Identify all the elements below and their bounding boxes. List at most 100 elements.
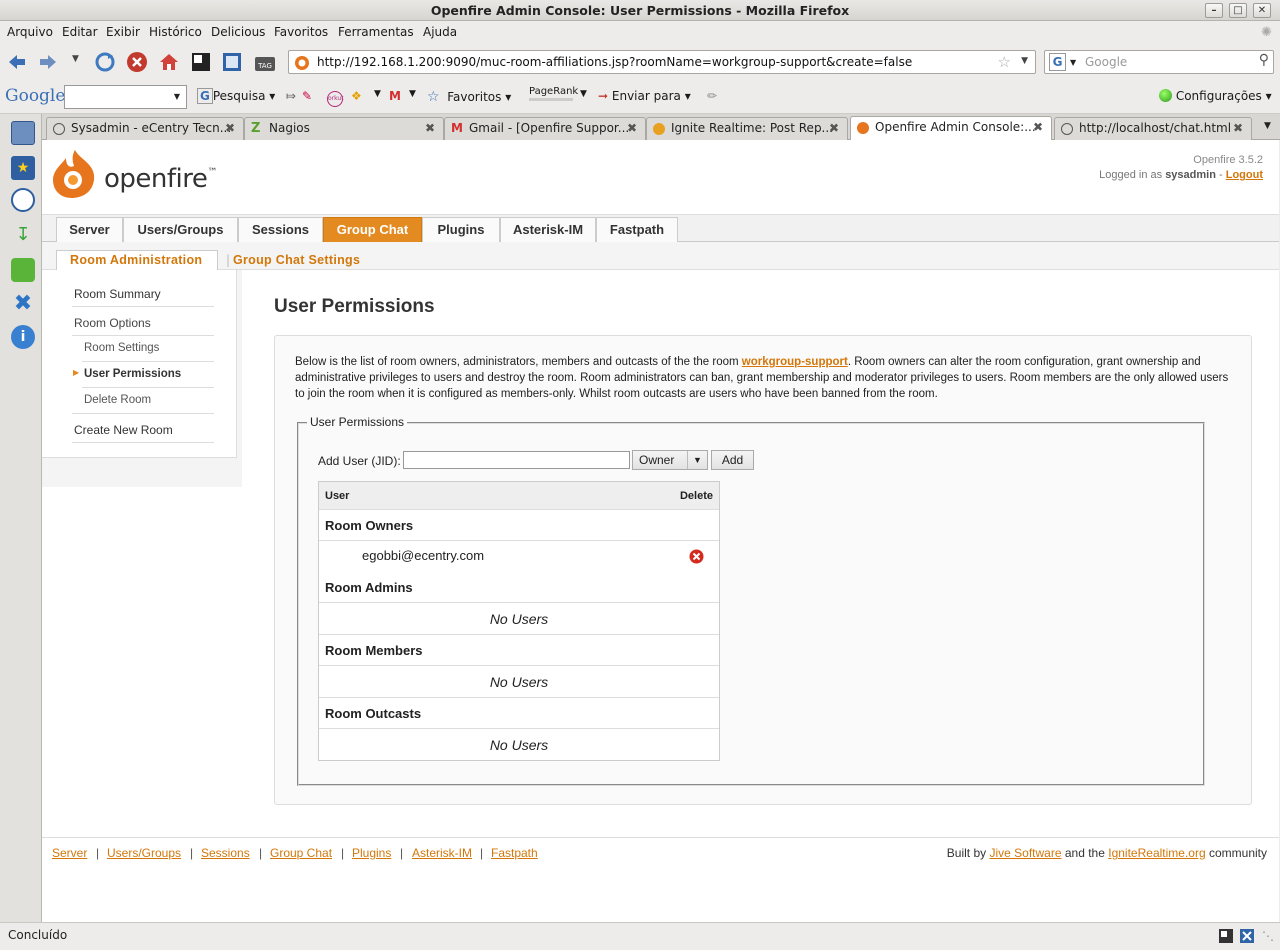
footer-link-server[interactable]: Server [52, 846, 87, 860]
subtab-group-chat-settings[interactable]: Group Chat Settings [233, 253, 360, 267]
sidebar-page-icon[interactable] [11, 121, 35, 145]
screenshot-icon[interactable] [190, 51, 212, 73]
sidebar-tools-icon[interactable]: ✖ [11, 292, 35, 316]
search-go-icon[interactable]: ⚲ [1259, 52, 1269, 68]
highlight-icon[interactable]: ✎ [302, 89, 312, 103]
screenshot-status-icon[interactable] [1218, 928, 1234, 944]
home-icon[interactable] [158, 51, 180, 73]
send-to-button[interactable]: ➞ Enviar para ▾ [598, 89, 691, 103]
tab-close-icon[interactable]: ✖ [1233, 118, 1243, 139]
tab-list-dropdown-icon[interactable]: ▼ [1264, 121, 1271, 131]
search-placeholder[interactable]: Google [1085, 55, 1127, 69]
back-icon[interactable] [6, 51, 28, 73]
addon-status-icon[interactable] [1239, 928, 1255, 944]
reload-icon[interactable] [94, 51, 116, 73]
pen-icon[interactable]: ✏ [707, 89, 717, 103]
maximize-button[interactable]: □ [1229, 3, 1247, 18]
footer-link-fastpath[interactable]: Fastpath [491, 846, 538, 860]
tab-gmail[interactable]: M Gmail - [Openfire Suppor... ✖ [444, 117, 646, 140]
tab-close-icon[interactable]: ✖ [1033, 117, 1043, 138]
add-button[interactable]: Add [711, 450, 754, 470]
role-select[interactable]: Owner ▼ [632, 450, 708, 470]
sidebar-item-room-summary[interactable]: Room Summary [74, 287, 161, 301]
openfire-flame-icon[interactable] [50, 146, 100, 200]
search-engine-icon[interactable]: G [1049, 53, 1066, 71]
history-dropdown-icon[interactable]: ▼ [72, 54, 79, 64]
gadgets-dropdown-icon[interactable]: ▼ [374, 89, 381, 99]
tab-asterisk-im[interactable]: Asterisk-IM [500, 217, 596, 242]
close-window-button[interactable]: ✕ [1253, 3, 1271, 18]
footer-link-group-chat[interactable]: Group Chat [270, 846, 332, 860]
menu-arquivo[interactable]: Arquivo [7, 25, 53, 39]
gadgets-icon[interactable]: ❖ [351, 89, 362, 103]
minimize-button[interactable]: – [1205, 3, 1223, 18]
room-link[interactable]: workgroup-support [742, 356, 848, 368]
tab-sysadmin[interactable]: Sysadmin - eCentry Tecn... ✖ [46, 117, 244, 140]
tab-nagios[interactable]: Z Nagios ✖ [244, 117, 444, 140]
google-search-button[interactable]: G Pesquisa ▾ [197, 88, 275, 104]
menu-ferramentas[interactable]: Ferramentas [338, 25, 414, 39]
pagerank-dropdown-icon[interactable]: ▼ [580, 89, 587, 99]
bookmark-star-icon[interactable]: ☆ [998, 53, 1011, 71]
sidebar-clock-icon[interactable] [11, 188, 35, 212]
footer-link-plugins[interactable]: Plugins [352, 846, 391, 860]
logout-link[interactable]: Logout [1226, 169, 1263, 181]
tab-plugins[interactable]: Plugins [422, 217, 500, 242]
url-text[interactable]: http://192.168.1.200:9090/muc-room-affil… [317, 55, 912, 69]
gmail-icon[interactable]: M [389, 89, 401, 103]
tab-localhost-chat[interactable]: http://localhost/chat.html ✖ [1054, 117, 1252, 140]
search-box[interactable]: G ▼ Google ⚲ [1044, 50, 1274, 74]
tab-openfire-admin[interactable]: Openfire Admin Console:... ✖ [850, 116, 1052, 141]
menu-favoritos[interactable]: Favoritos [274, 25, 328, 39]
orkut-icon[interactable]: orkut [327, 89, 344, 107]
favorites-button[interactable]: ☆ Favoritos ▾ [427, 89, 511, 105]
tab-close-icon[interactable]: ✖ [627, 118, 637, 139]
tab-users-groups[interactable]: Users/Groups [123, 217, 238, 242]
url-dropdown-icon[interactable]: ▼ [1021, 56, 1028, 66]
sidebar-item-user-permissions[interactable]: User Permissions [84, 368, 181, 380]
tag-icon[interactable]: TAG [254, 51, 276, 73]
google-input-dropdown-icon[interactable]: ▼ [174, 92, 180, 101]
menu-ajuda[interactable]: Ajuda [423, 25, 457, 39]
jid-input[interactable] [403, 451, 630, 469]
gmail-dropdown-icon[interactable]: ▼ [409, 89, 416, 99]
openfire-logo-text[interactable]: openfire™ [104, 164, 217, 194]
sidebar-item-create-new-room[interactable]: Create New Room [74, 423, 173, 437]
resize-grip-icon[interactable]: ⋱ [1262, 929, 1274, 943]
tab-close-icon[interactable]: ✖ [829, 118, 839, 139]
tab-group-chat[interactable]: Group Chat [323, 217, 422, 242]
footer-link-sessions[interactable]: Sessions [201, 846, 250, 860]
tab-server[interactable]: Server [56, 217, 123, 242]
forward-icon[interactable] [37, 51, 59, 73]
sidebar-bookmark-icon[interactable]: ★ [11, 156, 35, 180]
tab-close-icon[interactable]: ✖ [225, 118, 235, 139]
google-search-input[interactable]: ▼ [64, 85, 187, 109]
menu-historico[interactable]: Histórico [149, 25, 202, 39]
sidebar-addons-icon[interactable] [11, 258, 35, 282]
sidebar-item-delete-room[interactable]: Delete Room [84, 394, 151, 406]
menu-editar[interactable]: Editar [62, 25, 98, 39]
sidebar-info-icon[interactable]: i [11, 325, 35, 349]
menu-delicious[interactable]: Delicious [211, 25, 265, 39]
subtab-room-administration[interactable]: Room Administration [70, 253, 202, 267]
bookmark-page-icon[interactable] [221, 51, 243, 73]
footer-link-users-groups[interactable]: Users/Groups [107, 846, 181, 860]
tab-sessions[interactable]: Sessions [238, 217, 323, 242]
footer-link-asterisk-im[interactable]: Asterisk-IM [412, 846, 472, 860]
menu-exibir[interactable]: Exibir [106, 25, 140, 39]
settings-button[interactable]: Configurações ▾ [1159, 89, 1272, 103]
tab-fastpath[interactable]: Fastpath [596, 217, 678, 242]
sidebar-download-icon[interactable]: ↧ [11, 224, 35, 248]
stop-icon[interactable] [126, 51, 148, 73]
tab-ignite[interactable]: Ignite Realtime: Post Rep... ✖ [646, 117, 848, 140]
sidebar-item-room-options[interactable]: Room Options [74, 316, 151, 330]
tab-close-icon[interactable]: ✖ [425, 118, 435, 139]
sidebar-item-room-settings[interactable]: Room Settings [84, 342, 159, 354]
engine-dropdown-icon[interactable]: ▼ [1070, 58, 1076, 67]
ignite-realtime-link[interactable]: IgniteRealtime.org [1108, 846, 1205, 860]
jive-software-link[interactable]: Jive Software [989, 846, 1061, 860]
google-logo[interactable]: Google [5, 86, 65, 106]
url-bar[interactable]: http://192.168.1.200:9090/muc-room-affil… [288, 50, 1036, 74]
nagios-icon: Z [251, 121, 261, 136]
delete-icon[interactable] [689, 549, 704, 564]
